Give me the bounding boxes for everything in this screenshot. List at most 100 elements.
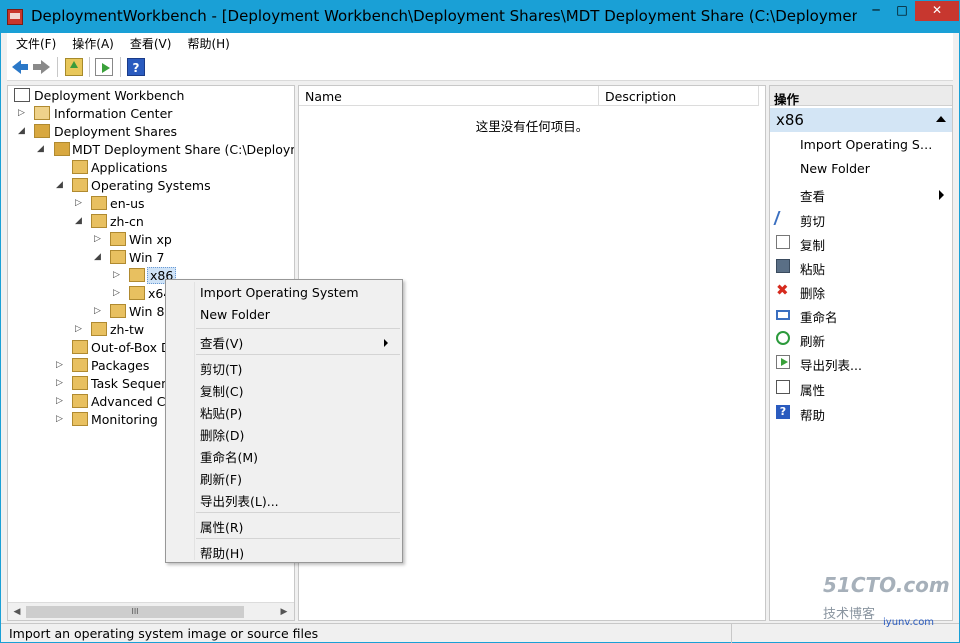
tree-item-mdt-deployment-share[interactable]: ◢ MDT Deployment Share (C:\Deployme	[12, 141, 294, 159]
ctx-import-operating-system[interactable]: Import Operating System	[200, 285, 396, 305]
refresh-icon	[776, 331, 790, 345]
tree-item-en-us[interactable]: ▷ en-us	[12, 195, 292, 213]
action-paste[interactable]: 粘贴	[770, 256, 952, 278]
expand-arrow-icon[interactable]: ▷	[56, 413, 66, 425]
tree-item-applications[interactable]: Applications	[12, 159, 292, 177]
column-header-name[interactable]: Name	[299, 86, 599, 106]
minimize-button[interactable]: ─	[863, 1, 889, 21]
action-label: 复制	[800, 238, 826, 253]
expand-arrow-icon[interactable]: ▷	[113, 287, 123, 299]
action-label: New Folder	[800, 161, 870, 176]
mmc-window: DeploymentWorkbench - [Deployment Workbe…	[0, 0, 960, 643]
action-refresh[interactable]: 刷新	[770, 328, 952, 350]
folder-icon	[72, 412, 88, 426]
tree-item-deployment-shares[interactable]: ◢ Deployment Shares	[12, 123, 292, 141]
maximize-button[interactable]: □	[889, 1, 915, 21]
forward-arrow-icon[interactable]	[33, 58, 51, 76]
action-label: 重命名	[800, 310, 838, 325]
scroll-left-arrow-icon[interactable]: ◀	[11, 606, 23, 618]
watermark-line-1: 51CTO.com	[823, 573, 950, 597]
back-arrow-icon[interactable]	[11, 58, 29, 76]
help-icon[interactable]: ?	[127, 58, 145, 76]
expand-arrow-icon[interactable]: ▷	[94, 305, 104, 317]
expand-arrow-icon[interactable]: ▷	[75, 197, 85, 209]
collapse-arrow-icon[interactable]: ◢	[56, 179, 66, 191]
expand-arrow-icon[interactable]: ▷	[113, 269, 123, 281]
empty-list-message: 这里没有任何项目。	[475, 119, 589, 134]
folder-icon	[72, 376, 88, 390]
collapse-arrow-icon[interactable]: ◢	[94, 251, 104, 263]
ctx-copy[interactable]: 复制(C)	[200, 381, 396, 401]
expand-arrow-icon[interactable]: ▷	[75, 323, 85, 335]
tree-item-zh-cn[interactable]: ◢ zh-cn	[12, 213, 292, 231]
collapse-arrow-icon[interactable]: ◢	[75, 215, 85, 227]
expand-arrow-icon[interactable]: ▷	[18, 107, 28, 119]
title-bar[interactable]: DeploymentWorkbench - [Deployment Workbe…	[1, 1, 959, 33]
ctx-refresh[interactable]: 刷新(F)	[200, 469, 396, 489]
action-cut[interactable]: 剪切	[770, 208, 952, 230]
properties-icon	[776, 380, 790, 394]
expand-arrow-icon[interactable]: ▷	[56, 377, 66, 389]
action-label: 导出列表...	[800, 358, 862, 373]
tree-item-label: Win 7	[129, 250, 165, 265]
action-import-operating-system[interactable]: Import Operating Sy...	[770, 134, 952, 156]
expand-arrow-icon[interactable]: ▷	[56, 359, 66, 371]
tree-item-deployment-workbench[interactable]: Deployment Workbench	[12, 87, 292, 105]
menu-view[interactable]: 查看(V)	[121, 33, 179, 52]
ctx-cut[interactable]: 剪切(T)	[200, 359, 396, 379]
folder-icon	[72, 358, 88, 372]
menu-action[interactable]: 操作(A)	[63, 33, 121, 52]
folder-icon	[72, 160, 88, 174]
scroll-right-arrow-icon[interactable]: ▶	[278, 606, 290, 618]
tree-item-label: zh-cn	[110, 214, 144, 229]
action-label: 刷新	[800, 334, 826, 349]
action-new-folder[interactable]: New Folder	[770, 158, 952, 180]
action-label: 查看	[800, 189, 826, 204]
tree-item-label: Task Sequen	[91, 376, 170, 391]
ctx-properties[interactable]: 属性(R)	[200, 517, 396, 537]
up-folder-icon[interactable]	[65, 58, 83, 76]
export-list-icon[interactable]	[95, 58, 113, 76]
action-rename[interactable]: 重命名	[770, 304, 952, 326]
tree-item-information-center[interactable]: ▷ Information Center	[12, 105, 292, 123]
action-export-list[interactable]: 导出列表...	[770, 352, 952, 374]
export-list-icon	[776, 355, 790, 369]
action-properties[interactable]: 属性	[770, 377, 952, 399]
ctx-rename[interactable]: 重命名(M)	[200, 447, 396, 467]
status-text: Import an operating system image or sour…	[9, 626, 319, 641]
tree-item-win-xp[interactable]: ▷ Win xp	[12, 231, 292, 249]
ctx-export-list[interactable]: 导出列表(L)...	[200, 491, 396, 511]
menu-help[interactable]: 帮助(H)	[178, 33, 236, 52]
expand-arrow-icon[interactable]: ▷	[56, 395, 66, 407]
toolbar-separator	[120, 57, 121, 77]
rename-icon	[776, 310, 790, 320]
ctx-paste[interactable]: 粘贴(P)	[200, 403, 396, 423]
scissors-icon	[773, 211, 793, 225]
ctx-help[interactable]: 帮助(H)	[200, 543, 396, 563]
actions-group-x86[interactable]: x86	[770, 108, 952, 132]
collapse-arrow-icon[interactable]: ◢	[37, 143, 47, 155]
action-label: 剪切	[800, 214, 826, 229]
actions-pane: 操作 x86 Import Operating Sy... New Folder…	[769, 85, 953, 621]
close-button[interactable]: ✕	[915, 1, 959, 21]
column-header-description[interactable]: Description	[599, 86, 759, 106]
action-view[interactable]: 查看	[770, 183, 952, 205]
tree-item-win-7[interactable]: ◢ Win 7	[12, 249, 292, 267]
action-copy[interactable]: 复制	[770, 232, 952, 254]
ctx-delete[interactable]: 删除(D)	[200, 425, 396, 445]
ctx-new-folder[interactable]: New Folder	[200, 307, 396, 327]
tree-horizontal-scrollbar[interactable]: ◀ III ▶	[8, 602, 294, 620]
deployment-workbench-app-icon[interactable]	[7, 9, 23, 25]
tree-item-label: Monitoring	[91, 412, 158, 427]
action-delete[interactable]: ✖ 删除	[770, 280, 952, 302]
action-help[interactable]: ? 帮助	[770, 402, 952, 424]
action-label: 删除	[800, 286, 826, 301]
menu-file[interactable]: 文件(F)	[7, 33, 63, 52]
scrollbar-thumb[interactable]: III	[26, 606, 244, 618]
tree-item-operating-systems[interactable]: ◢ Operating Systems	[12, 177, 292, 195]
ctx-view[interactable]: 查看(V)	[200, 333, 396, 353]
expand-arrow-icon[interactable]: ▷	[94, 233, 104, 245]
collapse-caret-icon[interactable]	[936, 116, 946, 122]
collapse-arrow-icon[interactable]: ◢	[18, 125, 28, 137]
folder-icon	[129, 286, 145, 300]
